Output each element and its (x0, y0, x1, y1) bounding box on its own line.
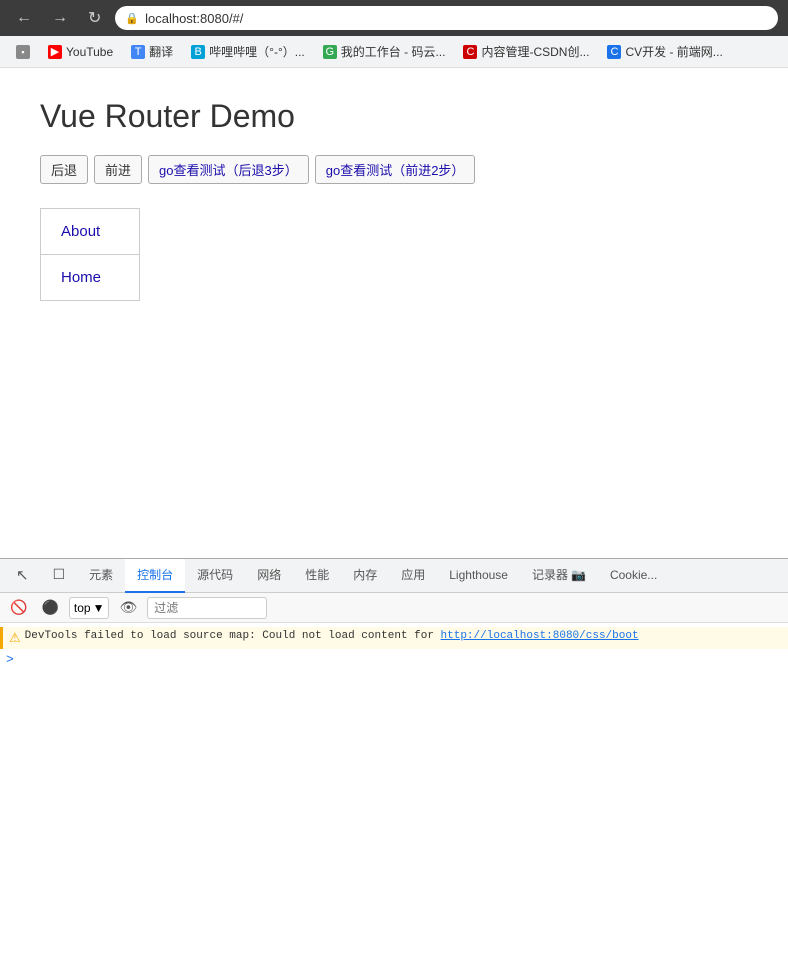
devtools-tab-application[interactable]: 应用 (389, 559, 437, 593)
devtools-toolbar: 🚫 ⚫ top ▼ 👁 (0, 593, 788, 623)
top-label: top (74, 601, 91, 615)
bookmark-csdn-label: 内容管理-CSDN创... (481, 43, 589, 60)
gwork-icon: G (323, 45, 337, 59)
console-label: 控制台 (137, 566, 173, 583)
console-warning-message: ⚠ DevTools failed to load source map: Co… (0, 627, 788, 649)
performance-label: 性能 (305, 566, 329, 583)
devtools-tab-console[interactable]: 控制台 (125, 559, 185, 593)
lighthouse-label: Lighthouse (449, 568, 508, 582)
cv-icon: C (607, 45, 621, 59)
devtools-tab-elements[interactable]: 元素 (77, 559, 125, 593)
go-forward-2-button[interactable]: go查看测试（前进2步） (315, 155, 476, 184)
devtools-tab-sources[interactable]: 源代码 (185, 559, 245, 593)
page-area: Vue Router Demo 后退 前进 go查看测试（后退3步） go查看测… (0, 68, 788, 558)
sources-label: 源代码 (197, 566, 233, 583)
devtools-tab-pointer[interactable]: ↖ (4, 559, 41, 593)
devtools-tab-lighthouse[interactable]: Lighthouse (437, 559, 520, 593)
bookmark-youtube-label: YouTube (66, 45, 113, 59)
devtools-tab-inspector[interactable]: ☐ (41, 559, 78, 593)
application-label: 应用 (401, 566, 425, 583)
lock-icon: 🔒 (125, 12, 139, 25)
bookmark-gwork-label: 我的工作台 - 码云... (341, 43, 446, 60)
nav-buttons: 后退 前进 go查看测试（后退3步） go查看测试（前进2步） (40, 155, 748, 184)
reload-button[interactable]: ↻ (82, 6, 107, 30)
bilibili-icon: B (191, 45, 205, 59)
bookmark-cv[interactable]: C CV开发 - 前端网... (599, 40, 730, 63)
router-nav: About Home (40, 208, 140, 301)
bookmark-apps[interactable]: ▪ (8, 42, 38, 62)
stop-button[interactable]: ⚫ (37, 597, 62, 618)
eye-button[interactable]: 👁 (115, 597, 141, 618)
csdn-icon: C (463, 45, 477, 59)
bookmarks-bar: ▪ ▶ YouTube T 翻译 B 哔哩哔哩（°-°）... G 我的工作台 … (0, 36, 788, 68)
bookmark-csdn[interactable]: C 内容管理-CSDN创... (455, 40, 597, 63)
bookmark-bilibili[interactable]: B 哔哩哔哩（°-°）... (183, 40, 313, 63)
back-button[interactable]: ← (10, 7, 38, 29)
bookmark-translate[interactable]: T 翻译 (123, 40, 181, 63)
dropdown-arrow-icon: ▼ (93, 601, 105, 615)
devtools-tabs: ↖ ☐ 元素 控制台 源代码 网络 性能 内存 应用 Lighthouse 记录 (0, 559, 788, 593)
eye-icon: 👁 (119, 599, 137, 615)
bookmark-translate-label: 翻译 (149, 43, 173, 60)
top-dropdown[interactable]: top ▼ (69, 597, 110, 619)
cookie-label: Cookie... (610, 568, 657, 582)
prompt-chevron-icon: > (6, 652, 14, 667)
bookmark-gwork[interactable]: G 我的工作台 - 码云... (315, 40, 454, 63)
console-prompt[interactable]: > (0, 649, 788, 670)
clear-console-button[interactable]: 🚫 (6, 597, 31, 618)
console-warning-text: DevTools failed to load source map: Coul… (25, 630, 639, 642)
devtools-panel: ↖ ☐ 元素 控制台 源代码 网络 性能 内存 应用 Lighthouse 记录 (0, 558, 788, 958)
console-content: ⚠ DevTools failed to load source map: Co… (0, 623, 788, 674)
bookmark-bilibili-label: 哔哩哔哩（°-°）... (209, 43, 305, 60)
youtube-icon: ▶ (48, 45, 62, 59)
filter-input[interactable] (147, 597, 267, 619)
console-warning-link[interactable]: http://localhost:8080/css/boot (441, 630, 639, 642)
back-nav-button[interactable]: 后退 (40, 155, 88, 184)
warning-text-prefix: DevTools failed to load source map: Coul… (25, 630, 441, 642)
recorder-label: 记录器 (532, 566, 568, 583)
address-bar[interactable]: 🔒 localhost:8080/#/ (115, 6, 778, 30)
browser-toolbar: ← → ↻ 🔒 localhost:8080/#/ (0, 0, 788, 36)
forward-nav-button[interactable]: 前进 (94, 155, 142, 184)
apps-icon: ▪ (16, 45, 30, 59)
devtools-tab-performance[interactable]: 性能 (293, 559, 341, 593)
memory-label: 内存 (353, 566, 377, 583)
translate-icon: T (131, 45, 145, 59)
devtools-tab-memory[interactable]: 内存 (341, 559, 389, 593)
recorder-icon: 📷 (571, 568, 586, 582)
bookmark-youtube[interactable]: ▶ YouTube (40, 42, 121, 62)
page-title: Vue Router Demo (40, 98, 748, 135)
warning-icon: ⚠ (9, 631, 21, 646)
devtools-tab-cookie[interactable]: Cookie... (598, 559, 669, 593)
devtools-tab-recorder[interactable]: 记录器 📷 (520, 559, 598, 593)
pointer-icon: ↖ (16, 566, 29, 584)
forward-button[interactable]: → (46, 7, 74, 29)
elements-label: 元素 (89, 566, 113, 583)
network-label: 网络 (257, 566, 281, 583)
inspector-icon: ☐ (53, 566, 66, 583)
go-back-3-button[interactable]: go查看测试（后退3步） (148, 155, 309, 184)
url-text: localhost:8080/#/ (145, 11, 243, 26)
devtools-tab-network[interactable]: 网络 (245, 559, 293, 593)
router-link-about[interactable]: About (41, 209, 139, 255)
router-link-home[interactable]: Home (41, 255, 139, 300)
bookmark-cv-label: CV开发 - 前端网... (625, 43, 722, 60)
